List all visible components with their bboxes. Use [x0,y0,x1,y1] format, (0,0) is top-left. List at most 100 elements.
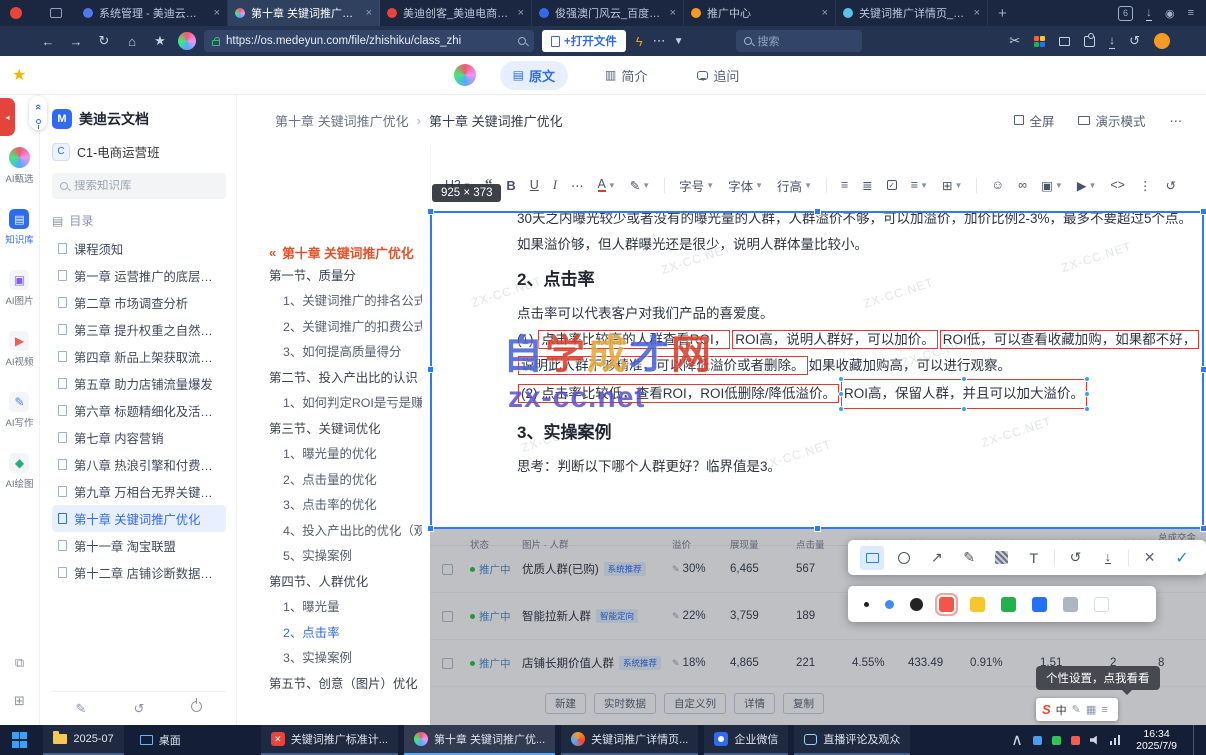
rail-item-ai-select[interactable]: AI甄选 [6,147,33,185]
emoji-icon[interactable]: ☺ [991,178,1004,192]
chapter-item[interactable]: 第四章 新品上架获取流量秘籍 [52,343,226,370]
stroke-size-medium[interactable] [885,599,894,609]
chapter-item[interactable]: 第九章 万相台无界关键词推广 [52,478,226,505]
rail-item-ai-video[interactable]: ▶ AI视频 [6,331,33,368]
chapter-item[interactable]: 第十二章 店铺诊断数据分析 [52,559,226,586]
screenshot-icon[interactable] [1059,36,1071,46]
tab-ask[interactable]: 追问 [684,61,752,90]
taskbar-item-desktop[interactable]: 桌面 [130,725,191,755]
tab-close-icon[interactable]: × [974,7,980,19]
chapter-item[interactable]: 第三章 提升权重之自然搜索 [52,316,226,343]
tray-app-red[interactable] [1070,735,1080,745]
more-actions-icon[interactable]: ⋯ [1170,113,1183,128]
align-select[interactable]: ≡ ▼ [911,178,928,192]
browser-tab-2[interactable]: 第十章 关键词推广优化 × [228,0,380,26]
toc-item[interactable]: 1、曝光量 [269,594,422,620]
browser-tab-1[interactable]: 系统管理 - 美迪云管理 × [76,0,228,26]
chapter-item[interactable]: 第一章 运营推广的底层逻辑 [52,262,226,289]
color-swatch-white[interactable] [1094,596,1109,612]
user-icon[interactable]: ◉ [1165,7,1175,20]
refresh-icon[interactable]: ↺ [134,701,145,717]
breadcrumb-parent[interactable]: 第十章 关键词推广优化 [275,111,409,130]
box-handle[interactable] [1084,391,1091,397]
address-bar[interactable]: https://os.medeyun.com/file/zhishiku/cla… [204,30,534,52]
edit-icon[interactable]: ✎ [76,701,87,717]
font-size-select[interactable]: 字号 ▼ [679,176,714,195]
bold-button[interactable]: B [506,178,515,193]
download-icon[interactable]: ↓ [1145,5,1152,21]
rail-item-ai-writing[interactable]: ✎ AI写作 [6,392,33,429]
rectangle-tool[interactable] [860,545,884,570]
rail-item-knowledge[interactable]: ▤ 知识库 [5,209,34,246]
insert-video-icon[interactable]: ▶ ▼ [1077,178,1097,193]
tab-close-icon[interactable]: × [822,7,828,19]
chapter-item-active[interactable]: 第十章 关键词推广优化 [52,505,226,532]
chapter-item[interactable]: 第八章 热浪引擎和付费推广训 [52,451,226,478]
toc-item[interactable]: 3、如何提高质量得分 [269,339,422,365]
more-options-icon[interactable]: ⋯ [653,33,666,49]
clipboard-icon[interactable]: ⧉ [15,655,24,671]
box-handle[interactable] [838,391,845,397]
volume-icon[interactable] [1089,735,1097,745]
box-handle[interactable] [1084,406,1091,412]
show-desktop-button[interactable] [1193,725,1198,755]
box-handle[interactable] [961,376,968,382]
toc-item[interactable]: 1、如何判定ROI是亏是赚 [269,390,422,416]
reload-icon[interactable]: ↻ [94,33,114,49]
present-mode-button[interactable]: 演示模式 [1078,111,1146,130]
selection-handle[interactable] [1200,525,1206,532]
color-swatch-blue[interactable] [1032,596,1047,612]
color-swatch-green[interactable] [1001,596,1016,612]
side-red-tag[interactable]: ◂ [0,98,15,136]
taskbar-item-browser[interactable]: 第十章 关键词推广优... [403,725,556,755]
outline-icon[interactable]: ⋮ [1139,178,1152,193]
color-swatch-gray[interactable] [1063,596,1078,612]
mosaic-tool[interactable] [989,546,1013,570]
ime-menu-icon[interactable]: ≡ [1101,704,1107,716]
italic-button[interactable]: I [553,178,557,193]
collapse-icon[interactable]: « [32,104,44,110]
quick-launch-icon[interactable]: ϟ [636,34,643,49]
tab-close-icon[interactable]: × [366,7,372,19]
insert-image-icon[interactable]: ▣ ▼ [1041,178,1063,193]
tray-expand-icon[interactable]: ∧ [1011,730,1023,750]
browser-tab-3[interactable]: 美迪创客_美迪电商_美... × [380,0,532,26]
sogou-icon[interactable]: S [1042,702,1051,717]
selection-handle[interactable] [1200,208,1206,215]
favorite-star-icon[interactable]: ★ [12,65,26,85]
scissors-icon[interactable]: ✂ [1009,33,1020,49]
selection-handle[interactable] [427,366,434,373]
ime-bar[interactable]: S 中 ✎ ▦ ≡ [1036,698,1118,721]
taskbar-item-live-comments[interactable]: 直播评论及观众 [794,725,911,755]
more-format-icon[interactable]: ⋯ [571,178,584,193]
tab-summary[interactable]: ▥ 简介 [592,61,660,90]
browser-tab-5[interactable]: 推广中心 × [684,0,836,26]
ime-lang-toggle[interactable]: 中 [1056,702,1067,718]
undo-icon[interactable]: ↺ [1165,178,1175,193]
browser-tab-6[interactable]: 关键词推广详情页_万相... × [836,0,988,26]
toc-item[interactable]: 1、关键词推广的排名公式 [269,288,422,314]
chapter-item[interactable]: 第五章 助力店铺流量爆发 [52,370,226,397]
chevron-down-icon[interactable]: ▼ [674,36,684,47]
browser-logo-icon[interactable] [10,7,22,19]
collapse-toc-icon[interactable]: « [269,245,276,260]
selection-handle[interactable] [427,525,434,532]
chapter-item[interactable]: 第七章 内容营销 [52,424,226,451]
ime-board-icon[interactable]: ▦ [1086,703,1096,716]
toolbar-search[interactable]: 搜索 [735,30,862,52]
annotation-box-selected[interactable]: ROI高，保留人群，并且可以加大溢价。 [838,376,1091,412]
box-handle[interactable] [961,406,968,412]
numbered-list-icon[interactable]: ≣ [862,178,872,193]
menu-icon[interactable]: ≡ [1188,7,1194,19]
tray-app-blue[interactable] [1032,735,1042,745]
pin-icon[interactable] [35,118,41,129]
search-icon[interactable] [518,37,526,45]
underline-button[interactable]: U [530,178,539,192]
course-selector[interactable]: C C1-电商运营班 [52,142,226,161]
toc-item[interactable]: 2、点击量的优化 [269,466,422,492]
selection-handle[interactable] [814,525,821,532]
history-icon[interactable]: ↺ [1129,33,1140,49]
chapter-item[interactable]: 第二章 市场调查分析 [52,289,226,316]
taskbar-item-folder[interactable]: 2025-07 [43,725,124,755]
selection-handle[interactable] [427,208,434,215]
